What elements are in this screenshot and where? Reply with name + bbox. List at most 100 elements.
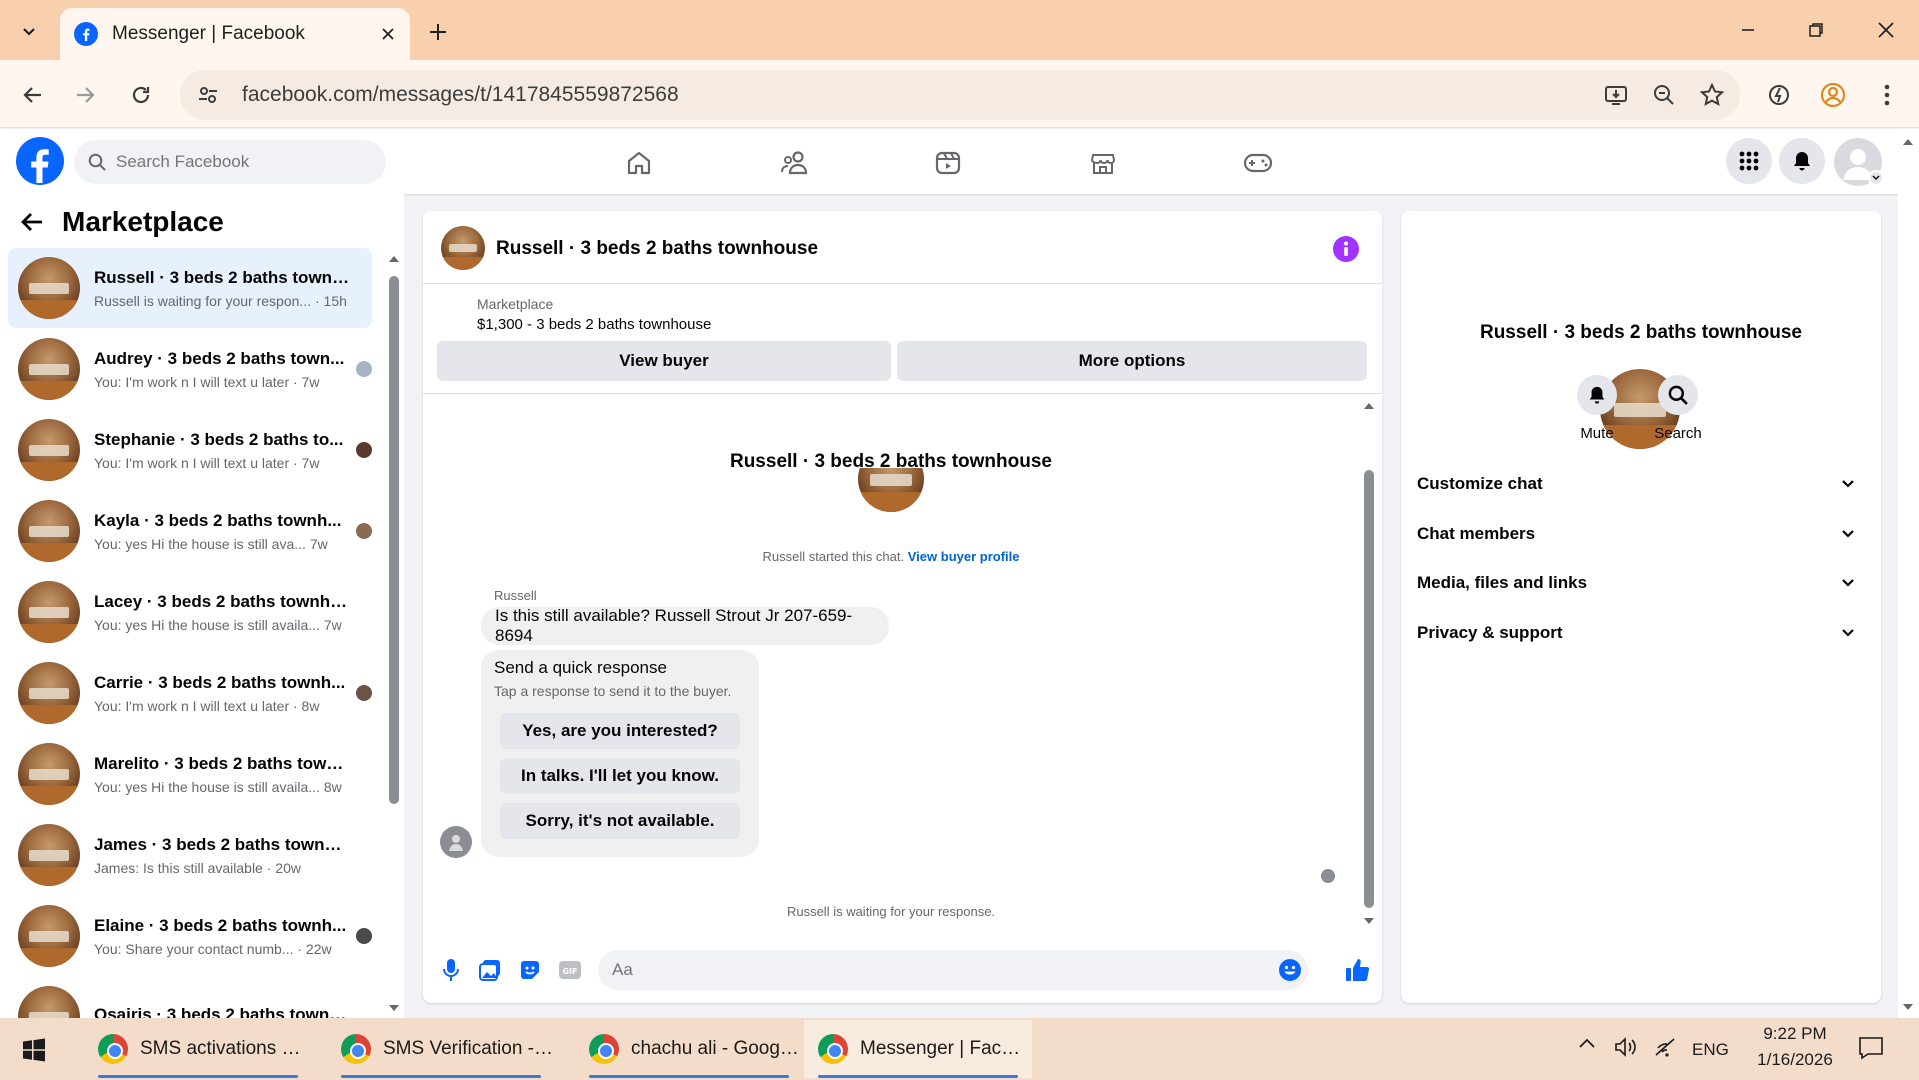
voice-clip-button[interactable] [438, 956, 464, 984]
menu-button[interactable] [1726, 138, 1772, 184]
conversation-item[interactable]: Lacey · 3 beds 2 baths townhou... You: ye… [8, 572, 372, 652]
attach-photo-button[interactable] [476, 956, 504, 984]
conversation-item[interactable]: Stephanie · 3 beds 2 baths to... You: I'm… [8, 410, 372, 490]
url-text[interactable]: facebook.com/messages/t/1417845559872568 [242, 83, 1596, 107]
account-chevron-icon[interactable] [1868, 170, 1884, 186]
conversation-item[interactable]: Kayla · 3 beds 2 baths townh... You: yes … [8, 491, 372, 571]
taskbar-item-sms-activations[interactable]: SMS activations hist... [84, 1020, 312, 1078]
mute-action[interactable]: Mute [1557, 375, 1637, 442]
scroll-down-arrow-icon[interactable] [387, 1003, 401, 1013]
minimize-window-button[interactable] [1720, 8, 1776, 52]
browser-menu-icon[interactable] [1866, 74, 1908, 116]
conversation-name: Elaine · 3 beds 2 baths townh... [94, 915, 347, 935]
facebook-logo-icon[interactable] [16, 137, 64, 185]
quick-response-yes-button[interactable]: Yes, are you interested? [500, 713, 740, 749]
conversation-item[interactable]: James · 3 beds 2 baths townho... James: I… [8, 815, 372, 895]
chat-scroll-down-icon[interactable] [1362, 916, 1376, 926]
zoom-out-icon[interactable] [1644, 75, 1684, 115]
gaming-nav-button[interactable] [1203, 140, 1313, 186]
facebook-search-input[interactable] [116, 152, 366, 172]
site-settings-icon[interactable] [188, 75, 228, 115]
volume-icon[interactable] [1614, 1036, 1638, 1058]
conversation-item[interactable]: Audrey · 3 beds 2 baths town... You: I'm … [8, 329, 372, 409]
privacy-support-row[interactable]: Privacy & support [1417, 611, 1867, 655]
incoming-message-bubble[interactable]: Is this still available? Russell Strout … [481, 606, 889, 645]
performance-icon[interactable] [1758, 74, 1800, 116]
quick-response-in-talks-button[interactable]: In talks. I'll let you know. [500, 758, 740, 794]
taskbar-item-sms-verification[interactable]: SMS Verification - 9... [327, 1020, 555, 1078]
chat-scroll-thumb[interactable] [1364, 470, 1374, 908]
conversation-avatar [18, 581, 80, 643]
search-conversation-icon[interactable] [1658, 375, 1698, 415]
facebook-search-box[interactable] [74, 140, 386, 184]
message-input[interactable] [612, 960, 1278, 980]
scroll-up-arrow-icon[interactable] [387, 254, 401, 264]
close-window-button[interactable] [1858, 8, 1914, 52]
search-icon [88, 153, 106, 171]
notification-center-icon[interactable] [1858, 1036, 1884, 1060]
home-nav-button[interactable] [584, 140, 694, 186]
conversation-item[interactable]: Carrie · 3 beds 2 baths townh... You: I'm… [8, 653, 372, 733]
conversation-list-scroll-thumb[interactable] [389, 276, 399, 804]
page-scrollbar[interactable] [1898, 129, 1919, 1018]
microphone-icon [443, 959, 459, 981]
quick-response-not-available-button[interactable]: Sorry, it's not available. [500, 803, 740, 839]
new-tab-button[interactable] [420, 14, 456, 50]
conversation-text: Audrey · 3 beds 2 baths town... You: I'm … [94, 349, 348, 390]
system-clock[interactable]: 9:22 PM 1/16/2026 [1742, 1024, 1848, 1070]
gif-button[interactable]: GIF [556, 956, 584, 984]
friends-nav-button[interactable] [740, 140, 850, 186]
wifi-icon[interactable] [1654, 1036, 1678, 1058]
contact-name[interactable]: Russell · 3 beds 2 baths townhouse [1401, 322, 1881, 344]
bookmark-star-icon[interactable] [1692, 75, 1732, 115]
forward-button[interactable] [64, 74, 106, 116]
chat-header-avatar[interactable] [441, 226, 485, 270]
install-app-icon[interactable] [1596, 75, 1636, 115]
close-tab-icon[interactable] [380, 26, 396, 42]
conversation-item[interactable]: Russell · 3 beds 2 baths townho... Russel… [8, 248, 372, 328]
address-bar[interactable]: facebook.com/messages/t/1417845559872568 [180, 70, 1740, 120]
view-buyer-button[interactable]: View buyer [437, 341, 891, 381]
back-arrow-icon[interactable] [20, 211, 44, 233]
page-scroll-up-icon[interactable] [1901, 137, 1915, 147]
marketplace-nav-button[interactable] [1048, 140, 1158, 186]
emoji-icon[interactable] [1278, 958, 1302, 982]
search-conversation-action[interactable]: Search [1638, 375, 1718, 442]
chat-header-title[interactable]: Russell · 3 beds 2 baths townhouse [496, 238, 818, 260]
reload-button[interactable] [120, 74, 162, 116]
chat-scroll-up-icon[interactable] [1362, 401, 1376, 411]
mute-bell-icon[interactable] [1577, 375, 1617, 415]
listing-title[interactable]: $1,300 - 3 beds 2 baths townhouse [477, 316, 711, 333]
message-composer[interactable] [598, 950, 1308, 990]
quick-response-title: Send a quick response [494, 658, 667, 677]
page-scroll-down-icon[interactable] [1901, 1002, 1915, 1012]
tab-search-dropdown-icon[interactable] [10, 12, 48, 50]
taskbar-item-label: Messenger | Facebo... [860, 1038, 1030, 1059]
sticker-button[interactable] [516, 956, 544, 984]
sender-avatar[interactable] [440, 826, 472, 858]
taskbar-item-messenger[interactable]: Messenger | Facebo... [804, 1020, 1032, 1078]
conversation-item[interactable]: Marelito · 3 beds 2 baths townh... You: y… [8, 734, 372, 814]
start-button[interactable] [14, 1032, 54, 1068]
show-hidden-icons-icon[interactable] [1578, 1036, 1596, 1050]
input-language[interactable]: ENG [1692, 1040, 1729, 1060]
customize-chat-label: Customize chat [1417, 474, 1543, 493]
read-receipt-avatar [356, 361, 372, 377]
conversation-info-icon[interactable] [1333, 236, 1359, 262]
send-like-button[interactable] [1342, 953, 1374, 987]
restore-window-button[interactable] [1788, 8, 1844, 52]
back-button[interactable] [12, 74, 54, 116]
waiting-notice: Russell is waiting for your response. [786, 904, 996, 919]
taskbar-item-google-search[interactable]: chachu ali - Google ... [575, 1020, 803, 1078]
seen-receipt-avatar [1321, 869, 1335, 883]
more-options-button[interactable]: More options [897, 341, 1367, 381]
media-files-links-row[interactable]: Media, files and links [1417, 561, 1867, 605]
chat-members-row[interactable]: Chat members [1417, 512, 1867, 556]
browser-tab-messenger[interactable]: Messenger | Facebook [60, 8, 410, 60]
conversation-item[interactable]: Elaine · 3 beds 2 baths townh... You: Sha… [8, 896, 372, 976]
profile-icon[interactable] [1812, 74, 1854, 116]
video-nav-button[interactable] [893, 140, 1003, 186]
view-buyer-profile-link[interactable]: View buyer profile [908, 549, 1020, 564]
customize-chat-row[interactable]: Customize chat [1417, 462, 1867, 506]
notifications-button[interactable] [1779, 138, 1825, 184]
